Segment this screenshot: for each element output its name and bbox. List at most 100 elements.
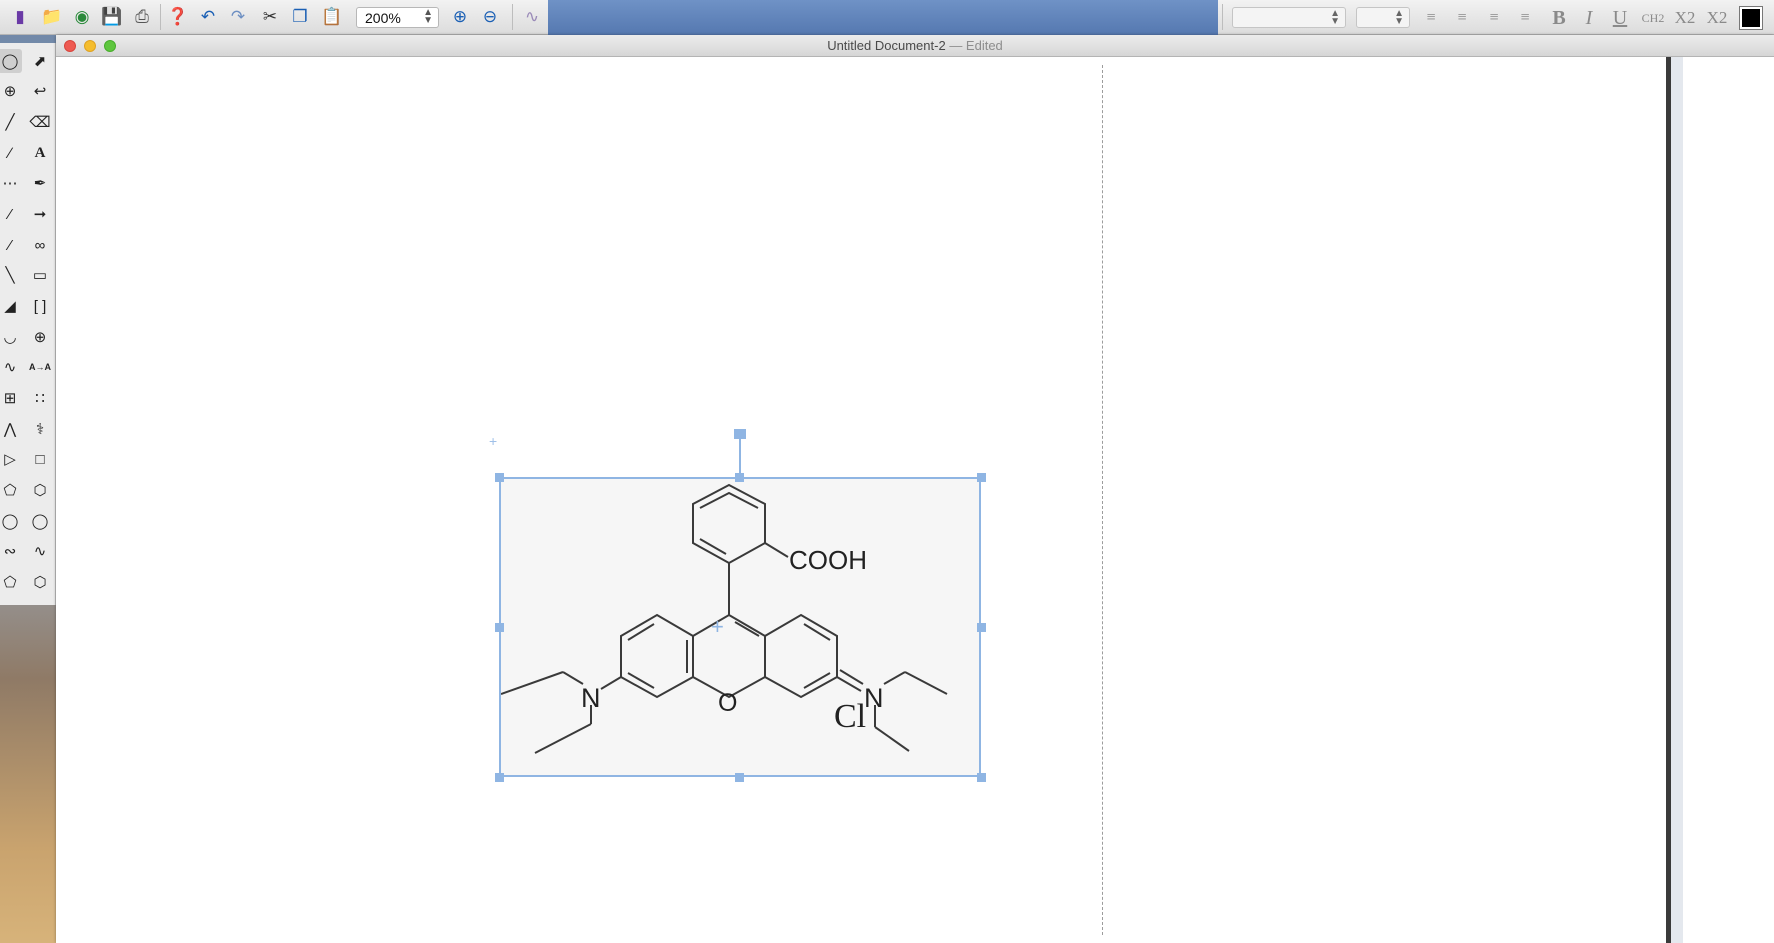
table-tool-icon[interactable]: ⊞ bbox=[0, 386, 22, 410]
new-document-icon[interactable]: ▮ bbox=[8, 5, 32, 29]
carboxyl-label: COOH bbox=[789, 545, 867, 575]
scroll-gutter[interactable] bbox=[1671, 57, 1683, 943]
bold-bond-icon[interactable]: ╲ bbox=[0, 263, 22, 287]
tlc-plate-icon[interactable]: ∷ bbox=[28, 386, 52, 410]
pentagon-ring-icon[interactable]: ⬠ bbox=[0, 478, 22, 502]
hexagon-ring-icon[interactable]: ⬡ bbox=[28, 478, 52, 502]
open-folder-icon[interactable]: 📁 bbox=[40, 5, 64, 29]
oxygen-label: O bbox=[718, 689, 737, 717]
zoom-button[interactable] bbox=[104, 40, 116, 52]
underline-button[interactable]: U bbox=[1607, 6, 1633, 30]
chloride-label: Cl bbox=[834, 698, 866, 735]
wedge-bond-icon[interactable]: ◢ bbox=[0, 294, 22, 318]
eraser-tool-icon[interactable]: ⌫ bbox=[28, 110, 52, 134]
chain-drawing-icon[interactable]: ⋀ bbox=[0, 417, 22, 441]
template-icon[interactable]: ∿ bbox=[520, 5, 544, 29]
minimize-button[interactable] bbox=[84, 40, 96, 52]
zoom-stepper-icon[interactable]: ▲ ▼ bbox=[423, 8, 433, 26]
resize-handle-nw[interactable] bbox=[495, 473, 504, 482]
save-icon[interactable]: 💾 bbox=[100, 5, 124, 29]
dashed-bond-icon[interactable]: ⋯ bbox=[0, 171, 22, 195]
formula-button[interactable]: CH2 bbox=[1640, 6, 1666, 30]
main-toolbar: ▮ 📁 ◉ 💾 ⎙ ❓ ↶ ↷ ✂ ❐ 📋 200% ▲ ▼ ⊕ ⊖ ∿ ▲ ▼ ▲… bbox=[0, 0, 1774, 35]
zoom-out-icon[interactable]: ⊖ bbox=[478, 5, 502, 29]
origin-marker-icon: + bbox=[489, 433, 498, 449]
resize-handle-sw[interactable] bbox=[495, 773, 504, 782]
center-marker-icon: + bbox=[711, 614, 724, 639]
align-right-icon[interactable]: ≡ bbox=[1481, 6, 1507, 30]
help-icon[interactable]: ❓ bbox=[166, 5, 190, 29]
structure-perspective-icon[interactable]: ⊕ bbox=[0, 79, 22, 103]
text-tool-icon[interactable]: A bbox=[28, 141, 52, 165]
octagon-ring-icon[interactable]: ◯ bbox=[28, 509, 52, 533]
orbital-tool-icon[interactable]: ∞ bbox=[28, 233, 52, 257]
hashed-bond-icon[interactable]: ⁄ bbox=[0, 202, 22, 226]
text-color-swatch[interactable] bbox=[1739, 6, 1763, 30]
cyclopentadiene-icon[interactable]: ⬠ bbox=[0, 570, 22, 594]
wavy-bond-icon[interactable]: ∿ bbox=[0, 355, 22, 379]
mapping-tool-icon[interactable]: A→A bbox=[28, 355, 52, 379]
lasso-tool-icon[interactable]: ◯ bbox=[0, 49, 22, 73]
rectangle-tool-icon[interactable]: ▭ bbox=[28, 263, 52, 287]
bond-tool-icon[interactable]: ╱ bbox=[0, 110, 22, 134]
chair-left-icon[interactable]: ∾ bbox=[0, 539, 22, 563]
selected-structure-box[interactable]: COOH O N N Cl + bbox=[499, 477, 981, 777]
bracket-tool-icon[interactable]: [ ] bbox=[28, 294, 52, 318]
font-size-select[interactable]: ▲ ▼ bbox=[1356, 7, 1410, 28]
resize-handle-n[interactable] bbox=[735, 473, 744, 482]
square-ring-icon[interactable]: □ bbox=[28, 447, 52, 471]
document-window: Untitled Document-2 — Edited + COOH O N … bbox=[56, 35, 1774, 943]
rotation-stem bbox=[739, 434, 741, 477]
superscript-button[interactable]: X2 bbox=[1704, 6, 1730, 30]
drawing-canvas[interactable]: + COOH O N N Cl + bbox=[56, 57, 1774, 943]
zoom-field[interactable]: 200% ▲ ▼ bbox=[356, 7, 439, 28]
undo-icon[interactable]: ↶ bbox=[196, 5, 220, 29]
hashed-wedge-icon[interactable]: ⁄ bbox=[0, 233, 22, 257]
benzene-ring-icon[interactable]: ⬡ bbox=[28, 570, 52, 594]
subscript-button[interactable]: X2 bbox=[1672, 6, 1698, 30]
toolbar-filler bbox=[548, 0, 1218, 35]
close-button[interactable] bbox=[64, 40, 76, 52]
edited-status: — Edited bbox=[949, 38, 1003, 53]
arrow-tool-icon[interactable]: ➞ bbox=[28, 202, 52, 226]
align-center-icon[interactable]: ≡ bbox=[1449, 6, 1475, 30]
copy-icon[interactable]: ❐ bbox=[288, 5, 312, 29]
resize-handle-ne[interactable] bbox=[977, 473, 986, 482]
hollow-wedge-icon[interactable]: ◡ bbox=[0, 325, 22, 349]
font-stepper-icon: ▲ ▼ bbox=[1330, 8, 1340, 27]
pen-tool-icon[interactable]: ✒ bbox=[28, 171, 52, 195]
double-bond-icon[interactable]: ∕ bbox=[0, 141, 22, 165]
paste-icon[interactable]: 📋 bbox=[320, 5, 344, 29]
superscript-label: X2 bbox=[1706, 8, 1728, 27]
align-left-icon[interactable]: ≡ bbox=[1418, 6, 1444, 30]
window-title: Untitled Document-2 bbox=[827, 38, 946, 53]
size-stepper-icon: ▲ ▼ bbox=[1394, 8, 1404, 27]
resize-handle-s[interactable] bbox=[735, 773, 744, 782]
resize-handle-se[interactable] bbox=[977, 773, 986, 782]
heptagon-ring-icon[interactable]: ◯ bbox=[0, 509, 22, 533]
redo-icon[interactable]: ↷ bbox=[226, 5, 250, 29]
chair-right-icon[interactable]: ∿ bbox=[28, 539, 52, 563]
cut-icon[interactable]: ✂ bbox=[258, 5, 282, 29]
resize-handle-e[interactable] bbox=[977, 623, 986, 632]
chain-tool-icon[interactable]: ↩ bbox=[28, 79, 52, 103]
stamp-tool-icon[interactable]: ⚕ bbox=[28, 417, 52, 441]
page-boundary bbox=[1102, 65, 1103, 935]
align-justify-icon[interactable]: ≡ bbox=[1512, 6, 1538, 30]
resize-handle-w[interactable] bbox=[495, 623, 504, 632]
font-name-select[interactable]: ▲ ▼ bbox=[1232, 7, 1346, 28]
subscript-label: X2 bbox=[1674, 8, 1696, 27]
window-titlebar: Untitled Document-2 — Edited bbox=[56, 35, 1774, 57]
zoom-in-icon[interactable]: ⊕ bbox=[448, 5, 472, 29]
italic-button[interactable]: I bbox=[1576, 6, 1602, 30]
rotation-handle[interactable] bbox=[734, 429, 746, 439]
print-icon[interactable]: ⎙ bbox=[130, 5, 154, 29]
tool-palette: ◯ ⬈ ⊕ ↩ ╱ ⌫ ∕ A ⋯ ✒ ⁄ ➞ ⁄ ∞ ╲ ▭ ◢ [ ] ◡ … bbox=[0, 43, 56, 605]
open-cd-icon[interactable]: ◉ bbox=[70, 5, 94, 29]
triangle-ring-icon[interactable]: ▷ bbox=[0, 447, 22, 471]
nitrogen-right-label: N bbox=[864, 683, 884, 713]
bold-button[interactable]: B bbox=[1546, 6, 1572, 30]
nitrogen-left-label: N bbox=[581, 683, 601, 713]
charge-tool-icon[interactable]: ⊕ bbox=[28, 325, 52, 349]
marquee-tool-icon[interactable]: ⬈ bbox=[28, 49, 52, 73]
